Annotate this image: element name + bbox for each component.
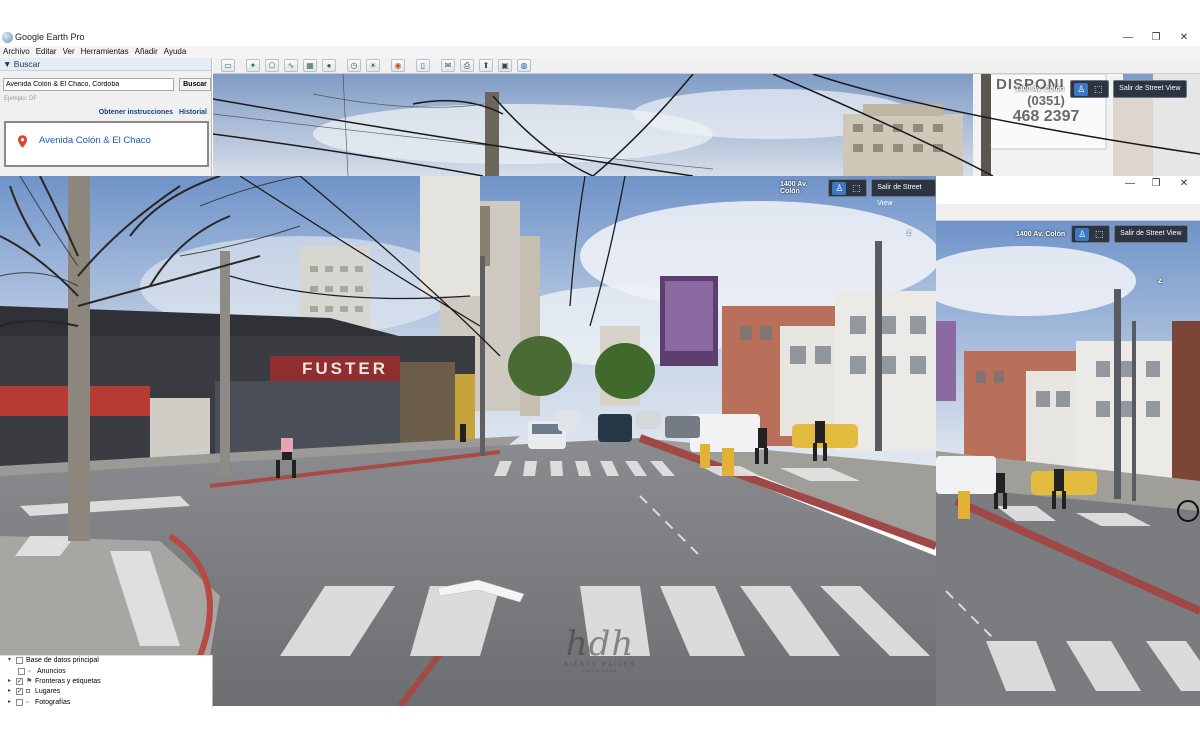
search-hint: Ejemplo: DF xyxy=(4,96,38,102)
location-pin-icon xyxy=(18,135,27,148)
street-view-mode-switch[interactable]: ♙ ⬚ xyxy=(828,179,868,197)
historical-imagery-icon[interactable]: ◷ xyxy=(347,59,361,72)
search-button[interactable]: Buscar xyxy=(179,78,211,91)
street-view-secondary[interactable]: 1400 Av. Colón ♙ ⬚ Salir de Street View … xyxy=(936,221,1200,706)
search-result-label: Avenida Colón & El Chaco xyxy=(39,135,151,146)
exit-street-view-button[interactable]: Salir de Street View xyxy=(1113,80,1187,98)
street-view-secondary-scene xyxy=(936,221,1200,706)
close-button[interactable]: ✕ xyxy=(1170,176,1198,192)
street-view-secondary-controls: 1400 Av. Colón ♙ ⬚ Salir de Street View xyxy=(1016,225,1188,243)
maximize-button[interactable]: ❐ xyxy=(1142,176,1170,192)
window-title: Google Earth Pro xyxy=(15,32,85,42)
search-links: Obtener instrucciones Historial xyxy=(95,109,207,116)
compass-icon[interactable]: z xyxy=(907,228,911,237)
layers-panel: ▾ Base de datos principal ▫ Anuncios ▸ ✓… xyxy=(0,655,213,707)
street-view-secondary-window: — ❐ ✕ 1400 Av. Colón ♙ ⬚ Salir de Street… xyxy=(936,176,1200,706)
planets-icon[interactable]: ◉ xyxy=(391,59,405,72)
expand-arrow-icon[interactable]: ▸ xyxy=(8,697,16,708)
layer-label: Base de datos principal xyxy=(26,657,99,664)
google-earth-window: Google Earth Pro — ❐ ✕ Archivo Editar Ve… xyxy=(0,0,1200,739)
image-overlay-icon[interactable]: ▦ xyxy=(303,59,317,72)
photos-icon: ▫ xyxy=(26,699,29,706)
placemark-icon[interactable]: ✦ xyxy=(246,59,260,72)
record-tour-icon[interactable]: ● xyxy=(322,59,336,72)
layer-item[interactable]: ▸ ✓ ◘ Lugares xyxy=(8,686,60,697)
minimize-button[interactable]: — xyxy=(1114,30,1142,46)
toolbar: ▭ ✦ ⬠ ∿ ▦ ● ◷ ☀ ◉ ▯ ✉ ⎙ ⬆ ▣ ◍ xyxy=(213,58,1200,74)
path-icon[interactable]: ∿ xyxy=(284,59,298,72)
layer-checkbox[interactable] xyxy=(18,668,25,675)
layer-item[interactable]: ▸ ▫ Fotografías xyxy=(8,697,70,708)
view-in-maps-icon[interactable]: ▣ xyxy=(498,59,512,72)
layer-checkbox[interactable] xyxy=(16,657,23,664)
shop-sign: FUSTER xyxy=(302,359,388,378)
compass-icon[interactable]: z xyxy=(1158,276,1162,285)
watermark: hdh BIENES RAÍCES LUCIA DANA xyxy=(545,624,655,673)
search-input[interactable] xyxy=(3,78,174,91)
layer-label: Lugares xyxy=(35,688,61,695)
menu-ayuda[interactable]: Ayuda xyxy=(161,46,190,58)
street-view-top-controls: 1400 Av. Colón ♙ ⬚ Salir de Street View xyxy=(1015,80,1187,98)
layer-checkbox[interactable]: ✓ xyxy=(16,678,23,685)
street-view-main-controls: 1400 Av. Colón ♙ ⬚ Salir de Street View xyxy=(780,179,936,207)
ruler-icon[interactable]: ▯ xyxy=(416,59,430,72)
ground-view-icon[interactable]: ⬚ xyxy=(1092,228,1106,241)
minimize-button[interactable]: — xyxy=(1116,176,1144,192)
street-view-address: 1400 Av. Colón xyxy=(1015,85,1065,93)
search-result[interactable]: Avenida Colón & El Chaco xyxy=(4,121,209,167)
street-view-mode-switch[interactable]: ♙ ⬚ xyxy=(1071,225,1111,243)
maximize-button[interactable]: ❐ xyxy=(1142,30,1170,46)
billboard-phone-number: 468 2397 xyxy=(1012,108,1080,125)
layer-item[interactable]: ▾ Base de datos principal xyxy=(8,655,99,666)
polygon-icon[interactable]: ⬠ xyxy=(265,59,279,72)
watermark-logo: hdh xyxy=(565,624,635,664)
pegman-icon[interactable]: ♙ xyxy=(1074,82,1089,96)
street-view-address: 1400 Av. Colón xyxy=(780,181,808,195)
street-view-main-scene xyxy=(0,176,936,706)
expand-arrow-icon[interactable]: ▸ xyxy=(8,686,16,697)
globe-icon[interactable]: ◍ xyxy=(517,59,531,72)
menu-editar[interactable]: Editar xyxy=(33,46,60,58)
menu-herramientas[interactable]: Herramientas xyxy=(78,46,132,58)
street-view-main[interactable]: FUSTER 1400 Av. Colón ♙ ⬚ Salir de Stree… xyxy=(0,176,936,706)
places-icon: ◘ xyxy=(26,688,31,695)
ground-view-icon[interactable]: ⬚ xyxy=(849,182,863,195)
directions-link[interactable]: Obtener instrucciones xyxy=(99,109,173,116)
print-icon[interactable]: ⎙ xyxy=(460,59,474,72)
sidebar-toggle-icon[interactable]: ▭ xyxy=(221,59,235,72)
menu-archivo[interactable]: Archivo xyxy=(0,46,33,58)
save-image-icon[interactable]: ⬆ xyxy=(479,59,493,72)
street-view-address: 1400 Av. Colón xyxy=(1016,230,1066,238)
exit-street-view-button[interactable]: Salir de Street View xyxy=(1114,225,1188,243)
secondary-window-titlebar: — ❐ ✕ xyxy=(936,176,1200,221)
email-icon[interactable]: ✉ xyxy=(441,59,455,72)
street-view-top[interactable]: DISPONI (0351) 468 2397 1400 Av. Colón ♙… xyxy=(213,74,1200,176)
search-row: Buscar xyxy=(3,78,211,92)
layer-checkbox[interactable] xyxy=(16,699,23,706)
secondary-window-toolbar xyxy=(936,204,1200,221)
layer-checkbox[interactable]: ✓ xyxy=(16,688,23,695)
ground-view-icon[interactable]: ⬚ xyxy=(1091,83,1105,96)
pegman-icon[interactable]: ♙ xyxy=(1075,227,1090,241)
menu-bar: Archivo Editar Ver Herramientas Añadir A… xyxy=(0,46,1200,58)
menu-ver[interactable]: Ver xyxy=(60,46,78,58)
menu-anadir[interactable]: Añadir xyxy=(132,46,161,58)
layer-label: Fotografías xyxy=(35,699,71,706)
google-earth-icon xyxy=(2,32,13,43)
title-bar: Google Earth Pro — ❐ ✕ xyxy=(0,30,1200,46)
search-panel: ▼ Buscar Buscar Ejemplo: DF Obtener inst… xyxy=(0,58,212,176)
sunlight-icon[interactable]: ☀ xyxy=(366,59,380,72)
search-panel-header[interactable]: ▼ Buscar xyxy=(0,58,211,71)
collapse-arrow-icon[interactable]: ▾ xyxy=(8,655,16,666)
pegman-icon[interactable]: ♙ xyxy=(832,181,847,195)
close-button[interactable]: ✕ xyxy=(1170,30,1198,46)
street-view-mode-switch[interactable]: ♙ ⬚ xyxy=(1070,80,1110,98)
watermark-line2: LUCIA DANA xyxy=(583,668,617,673)
exit-street-view-button[interactable]: Salir de Street View xyxy=(871,179,936,207)
history-link[interactable]: Historial xyxy=(179,109,207,116)
